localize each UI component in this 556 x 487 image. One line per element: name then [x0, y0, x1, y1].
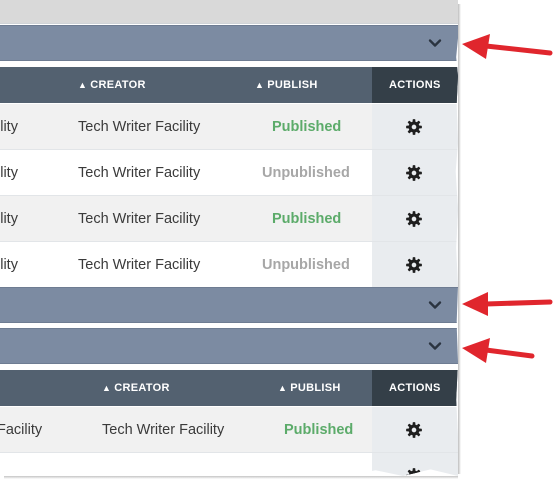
table-row[interactable]: ility Tech Writer Facility Unpublished [0, 150, 458, 196]
actions-cell [372, 242, 458, 287]
chevron-down-icon[interactable] [428, 339, 442, 353]
gear-icon[interactable] [405, 467, 423, 476]
group-header-2[interactable] [0, 287, 458, 323]
table-row[interactable]: ility Tech Writer Facility Unpublished [0, 242, 458, 288]
actions-header-cell: ACTIONS [372, 67, 458, 103]
gear-icon[interactable] [405, 210, 423, 228]
publish-status[interactable]: Unpublished [262, 242, 350, 288]
creator-cell: Tech Writer Facility [78, 257, 201, 273]
table-2-header: ▲︎ CREATOR ▲︎ PUBLISH ACTIONS [0, 370, 458, 406]
gear-icon[interactable] [405, 118, 423, 136]
creator-cell: Tech Writer Facility [78, 119, 201, 135]
actions-cell [372, 104, 458, 149]
actions-cell [372, 407, 458, 452]
actions-cell [372, 150, 458, 195]
publish-status[interactable]: Published [272, 196, 341, 242]
actions-cell [372, 453, 458, 476]
sort-icon: ▲︎ [278, 383, 288, 393]
column-header-creator[interactable]: ▲︎ CREATOR [78, 67, 146, 103]
creator-cell: Tech Writer Facility [78, 165, 201, 181]
title-cell: ility [0, 119, 18, 135]
chevron-down-icon[interactable] [428, 36, 442, 50]
chevron-down-icon[interactable] [428, 298, 442, 312]
screenshot-frame: ▲︎CREATOR ▲︎PUBLISH ACTIONS ility Tech W… [0, 0, 458, 476]
table-row[interactable] [0, 453, 458, 476]
table-row[interactable]: ility Tech Writer Facility Published [0, 196, 458, 242]
frame-shadow-right [458, 4, 461, 474]
actions-cell [372, 196, 458, 241]
sort-icon: ▲︎ [78, 80, 88, 90]
table-row[interactable]: ility Tech Writer Facility Published [0, 104, 458, 150]
column-header-publish[interactable]: ▲︎ PUBLISH [278, 370, 341, 406]
creator-cell: Tech Writer Facility [78, 211, 201, 227]
sort-icon: ▲︎ [255, 80, 265, 90]
top-gray-strip [0, 0, 458, 24]
table-row[interactable]: Facility Tech Writer Facility Published [0, 407, 458, 453]
arrow-icon [462, 292, 553, 316]
arrow-icon [462, 34, 553, 59]
title-cell: Facility [0, 422, 43, 438]
creator-cell: Tech Writer Facility [102, 422, 225, 438]
publish-status[interactable]: Unpublished [262, 150, 350, 196]
column-header-creator[interactable]: ▲︎ CREATOR [102, 370, 170, 406]
table-1-header: ▲︎ CREATOR ▲︎ PUBLISH ACTIONS [0, 67, 458, 103]
title-cell: ility [0, 211, 18, 227]
gear-icon[interactable] [405, 256, 423, 274]
title-cell: ility [0, 165, 18, 181]
gear-icon[interactable] [405, 421, 423, 439]
sort-icon: ▲︎ [102, 383, 112, 393]
actions-header-cell: ACTIONS [372, 370, 458, 406]
column-header-publish[interactable]: ▲︎ PUBLISH [255, 67, 318, 103]
column-header-actions: ACTIONS [389, 382, 441, 394]
publish-status[interactable]: Published [272, 104, 341, 150]
group-header-3[interactable] [0, 328, 458, 364]
title-cell: ility [0, 257, 18, 273]
frame-shadow-bottom [4, 476, 458, 479]
arrow-icon [462, 338, 535, 363]
group-header-1[interactable] [0, 25, 458, 61]
publish-status[interactable]: Published [284, 407, 353, 453]
column-header-actions: ACTIONS [389, 79, 441, 91]
gear-icon[interactable] [405, 164, 423, 182]
